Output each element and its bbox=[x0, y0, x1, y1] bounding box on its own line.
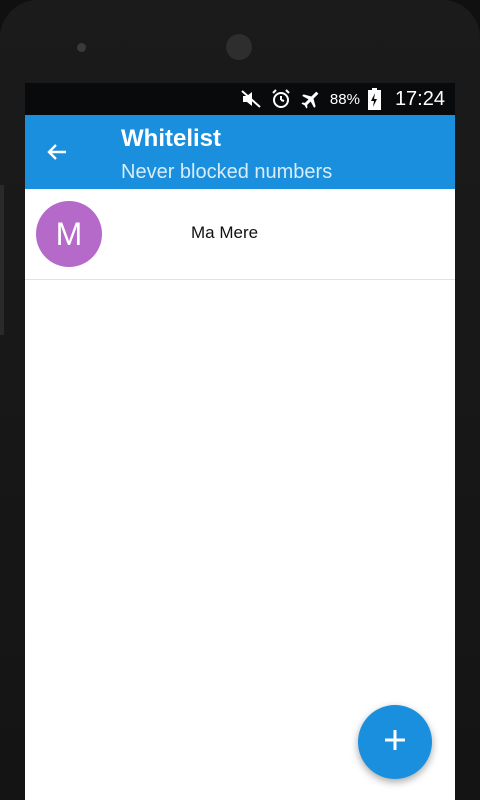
status-icons: 88% 17:24 bbox=[240, 83, 445, 115]
page-subtitle: Never blocked numbers bbox=[121, 161, 333, 183]
alarm-icon bbox=[270, 88, 292, 110]
list-item[interactable]: M Ma Mere bbox=[25, 189, 455, 280]
add-number-button[interactable] bbox=[358, 705, 432, 779]
mute-icon bbox=[240, 89, 262, 109]
battery-percent: 88% bbox=[329, 90, 360, 108]
phone-frame: 88% 17:24 Whitelist Never blocked number… bbox=[0, 0, 480, 800]
speaker-dot bbox=[77, 43, 86, 52]
screen: 88% 17:24 Whitelist Never blocked number… bbox=[25, 83, 455, 800]
avatar: M bbox=[36, 201, 102, 267]
back-button[interactable] bbox=[37, 134, 77, 174]
airplane-mode-icon bbox=[300, 88, 322, 110]
contact-name: Ma Mere bbox=[191, 223, 259, 242]
status-clock: 17:24 bbox=[394, 87, 445, 110]
status-bar: 88% 17:24 bbox=[25, 83, 455, 115]
battery-charging-icon bbox=[367, 88, 381, 110]
page-title: Whitelist bbox=[121, 125, 221, 152]
front-camera bbox=[226, 34, 252, 60]
side-button bbox=[0, 185, 4, 335]
plus-icon bbox=[382, 727, 408, 758]
arrow-back-icon bbox=[45, 140, 69, 169]
app-bar: Whitelist Never blocked numbers bbox=[25, 115, 455, 189]
